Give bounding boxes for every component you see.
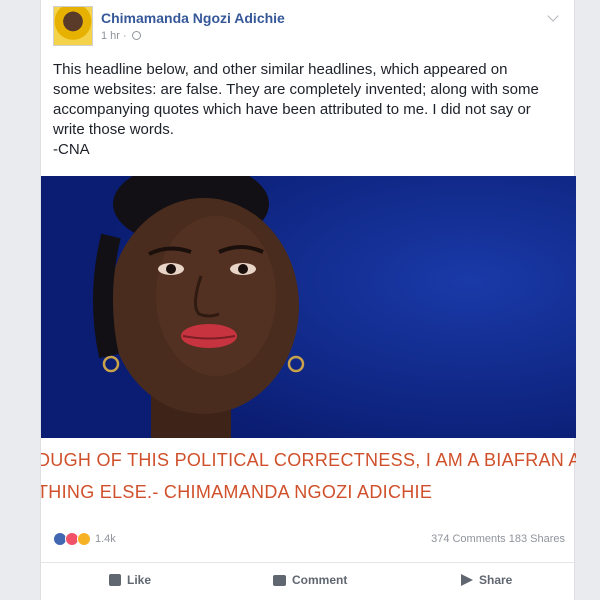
avatar[interactable] (53, 6, 93, 46)
reaction-count[interactable]: 1.4k (95, 533, 116, 545)
post-text-line: write those words. (53, 121, 174, 138)
like-label: Like (127, 573, 152, 587)
thumbs-up-icon (109, 574, 121, 586)
comment-icon (273, 575, 286, 586)
headline-line: THING ELSE.- CHIMAMANDA NGOZI ADICHIE (41, 482, 433, 502)
globe-icon (131, 31, 141, 40)
headline-line: DUGH OF THIS POLITICAL CORRECTNESS, I AM… (41, 450, 576, 470)
post-card: Chimamanda Ngozi Adichie 1 hr · This hea… (40, 0, 576, 600)
chevron-down-icon[interactable] (547, 10, 559, 22)
post-text-line: This headline below, and other similar h… (53, 61, 508, 78)
share-button[interactable]: Share (461, 573, 512, 587)
comment-button[interactable]: Comment (273, 573, 347, 587)
action-bar: Like Comment Share (41, 562, 576, 596)
portrait-photo (41, 176, 576, 438)
comment-share-counts[interactable]: 374 Comments 183 Shares (431, 533, 565, 545)
comment-label: Comment (292, 573, 348, 587)
post-text-line: some websites: are false. They are compl… (53, 81, 539, 98)
post-timestamp[interactable]: 1 hr (101, 30, 120, 42)
share-label: Share (479, 573, 513, 587)
shared-link-image[interactable] (41, 176, 576, 438)
like-button[interactable]: Like (109, 573, 151, 587)
post-header: Chimamanda Ngozi Adichie 1 hr · (53, 6, 563, 50)
wow-reaction-icon[interactable] (77, 532, 91, 546)
reactions-bar: 1.4k 374 Comments 183 Shares (53, 530, 565, 550)
post-text-line: -CNA (53, 141, 90, 158)
post-text-line: accompanying quotes which have been attr… (53, 101, 531, 118)
share-icon (461, 574, 473, 586)
post-text: This headline below, and other similar h… (53, 60, 568, 160)
author-name[interactable]: Chimamanda Ngozi Adichie (101, 10, 285, 26)
post-meta: 1 hr · (101, 30, 141, 42)
shared-link-headline[interactable]: DUGH OF THIS POLITICAL CORRECTNESS, I AM… (41, 444, 576, 508)
